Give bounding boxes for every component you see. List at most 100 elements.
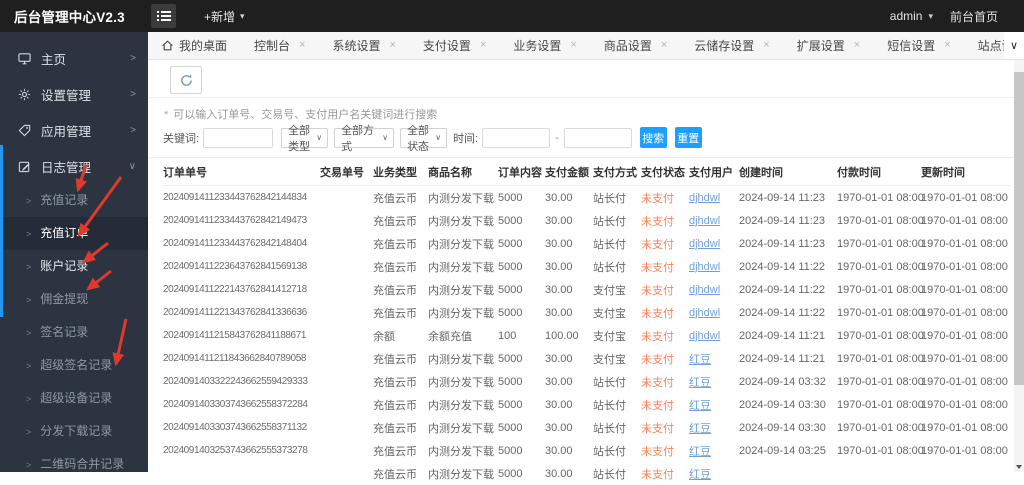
sidebar-subitem-8[interactable]: >二维码合并记录	[0, 448, 148, 481]
table-cell: 充值云币	[373, 209, 428, 232]
chevron-down-icon: ▾	[240, 11, 245, 22]
pay-user-link[interactable]: 红豆	[689, 423, 711, 435]
pay-user-link[interactable]: 红豆	[689, 446, 711, 458]
tab-5[interactable]: 商品设置 ×	[604, 37, 667, 54]
table-cell: 1970-01-01 08:00	[921, 301, 1011, 324]
sidebar-subitem-7[interactable]: >分发下载记录	[0, 415, 148, 448]
sidebar-subitem-3[interactable]: >佣金提现	[0, 283, 148, 316]
table-cell: 1970-01-01 08:00	[837, 301, 921, 324]
collapse-menu-button[interactable]	[151, 4, 176, 28]
method-select[interactable]: 全部方式 ∨	[334, 128, 394, 148]
status-select[interactable]: 全部状态 ∨	[400, 128, 447, 148]
sidebar-item-settings[interactable]: 设置管理 >	[0, 76, 148, 112]
table-cell: 1970-01-01 08:00	[837, 370, 921, 393]
table-row: 充值云币内测分发下载500030.00站长付未支付红豆	[163, 462, 1011, 485]
tab-2[interactable]: 系统设置×	[332, 37, 395, 54]
sidebar-subitem-4[interactable]: >签名记录	[0, 316, 148, 349]
admin-user-label: admin	[890, 9, 923, 23]
pay-user-link[interactable]: djhdwl	[689, 261, 720, 273]
sidebar-subitem-1[interactable]: >充值订单	[0, 217, 148, 250]
pay-user-link[interactable]: djhdwl	[689, 307, 720, 319]
table-cell: 100	[498, 324, 545, 347]
close-icon[interactable]: ×	[570, 40, 576, 51]
keyword-input[interactable]	[203, 128, 273, 148]
table-cell: 1970-01-01 08:00	[837, 439, 921, 462]
table-cell: 2024091403303743662558372284	[163, 393, 320, 416]
chevron-right-icon: >	[130, 125, 136, 136]
close-icon[interactable]: ×	[480, 40, 486, 51]
search-button[interactable]: 搜索	[640, 127, 667, 148]
pay-user-link[interactable]: djhdwl	[689, 284, 720, 296]
sidebar-subitem-2[interactable]: >账户记录	[0, 250, 148, 283]
sidebar-subitem-6[interactable]: >超级设备记录	[0, 382, 148, 415]
sidebar-item-logs[interactable]: 日志管理 ∨	[0, 148, 148, 184]
chevron-right-icon: >	[26, 295, 31, 305]
tab-0[interactable]: 我的桌面	[161, 37, 227, 54]
table-cell: 内测分发下载	[428, 232, 498, 255]
tabs: 我的桌面控制台×系统设置×支付设置×业务设置×商品设置×云储存设置×扩展设置×短…	[161, 37, 1024, 54]
table-cell: 5000	[498, 347, 545, 370]
table-row: 2024091411223643762841569138充值云币内测分发下载50…	[163, 255, 1011, 278]
tab-7[interactable]: 扩展设置×	[797, 37, 860, 54]
close-icon[interactable]: ×	[944, 40, 950, 51]
pay-user-link[interactable]: djhdwl	[689, 192, 720, 204]
sidebar-subitem-label: 账户记录	[40, 259, 88, 273]
table-cell: 2024091403322243662559429333	[163, 370, 320, 393]
tab-6[interactable]: 云储存设置×	[694, 37, 769, 54]
pay-user-link[interactable]: 红豆	[689, 400, 711, 412]
sidebar-item-home[interactable]: 主页 >	[0, 40, 148, 76]
table-cell: 2024-09-14 03:30	[739, 393, 837, 416]
refresh-button[interactable]	[170, 66, 202, 94]
close-icon[interactable]: ×	[661, 40, 667, 51]
pay-user-link[interactable]: djhdwl	[689, 238, 720, 250]
sidebar-scrollbar-thumb[interactable]	[0, 145, 3, 317]
sidebar-item-apps[interactable]: 应用管理 >	[0, 112, 148, 148]
tab-3[interactable]: 支付设置×	[423, 37, 486, 54]
tab-4[interactable]: 业务设置×	[513, 37, 576, 54]
close-icon[interactable]: ×	[389, 40, 395, 51]
table-cell: 未支付	[641, 324, 689, 347]
page-scrollbar[interactable]	[1014, 60, 1024, 472]
table-cell: 余额充值	[428, 324, 498, 347]
table-row: 2024091411233443762842148404充值云币内测分发下载50…	[163, 232, 1011, 255]
table-cell: 内测分发下载	[428, 370, 498, 393]
table-cell: 5000	[498, 232, 545, 255]
tab-1[interactable]: 控制台×	[254, 37, 305, 54]
page-scrollbar-thumb[interactable]	[1014, 72, 1024, 385]
table-cell: 30.00	[545, 439, 593, 462]
table-cell: 5000	[498, 278, 545, 301]
close-icon[interactable]: ×	[299, 40, 305, 51]
table-cell: 2024091411215843762841188671	[163, 324, 320, 347]
tag-icon	[18, 123, 32, 137]
table-cell: 30.00	[545, 232, 593, 255]
tab-8[interactable]: 短信设置×	[887, 37, 950, 54]
tab-label: 商品设置	[604, 37, 652, 54]
table-cell: 30.00	[545, 347, 593, 370]
table-cell: 站长付	[593, 209, 641, 232]
add-new-dropdown[interactable]: +新增 ▾	[204, 8, 245, 25]
close-icon[interactable]: ×	[763, 40, 769, 51]
refresh-icon	[179, 73, 194, 88]
admin-user-dropdown[interactable]: admin ▾	[890, 9, 933, 23]
table-cell: 1970-01-01 08:00	[921, 416, 1011, 439]
time-start-input[interactable]	[482, 128, 550, 148]
close-icon[interactable]: ×	[854, 40, 860, 51]
table-cell	[320, 393, 373, 416]
table-cell	[320, 232, 373, 255]
sidebar-subitem-0[interactable]: >充值记录	[0, 184, 148, 217]
pay-user-link[interactable]: djhdwl	[689, 215, 720, 227]
pay-user-link[interactable]: 红豆	[689, 354, 711, 366]
type-select[interactable]: 全部类型 ∨	[281, 128, 328, 148]
front-site-link[interactable]: 前台首页	[950, 8, 998, 25]
sidebar-subitem-5[interactable]: >超级签名记录	[0, 349, 148, 382]
pay-user-link[interactable]: 红豆	[689, 469, 711, 481]
time-end-input[interactable]	[564, 128, 632, 148]
table-cell: 5000	[498, 462, 545, 485]
tab-overflow-dropdown[interactable]: ∨	[1004, 32, 1024, 59]
table-cell: 2024-09-14 11:23	[739, 209, 837, 232]
table-cell: 充值云币	[373, 301, 428, 324]
column-header: 支付金额	[545, 158, 593, 186]
pay-user-link[interactable]: djhdwl	[689, 330, 720, 342]
pay-user-link[interactable]: 红豆	[689, 377, 711, 389]
reset-button[interactable]: 重置	[675, 127, 702, 148]
